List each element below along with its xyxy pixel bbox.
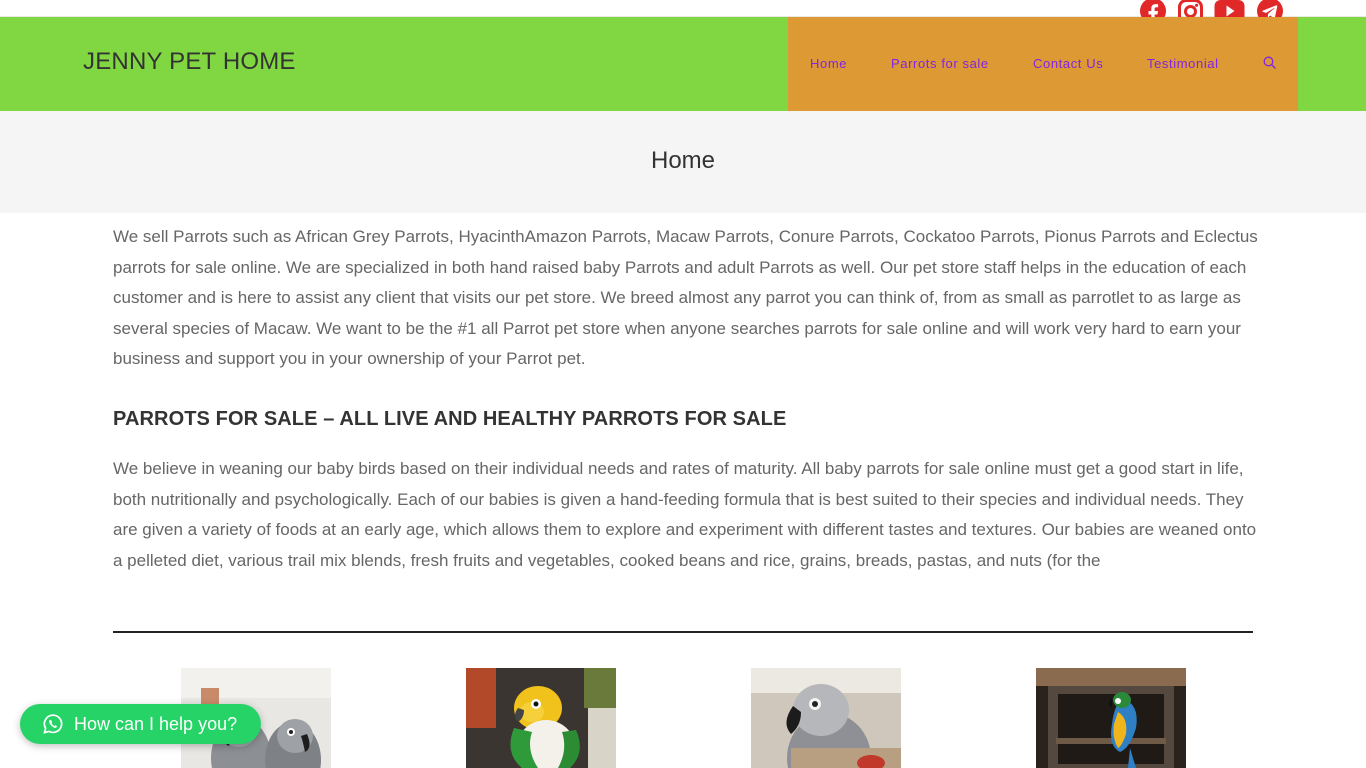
product-image-blue-gold-macaw[interactable] <box>1036 668 1186 768</box>
nav-item-parrots-for-sale[interactable]: Parrots for sale <box>891 56 989 71</box>
site-title[interactable]: JENNY PET HOME <box>83 48 296 76</box>
whatsapp-button-label: How can I help you? <box>74 714 238 734</box>
page-header: Home <box>0 111 1366 213</box>
nav-item-testimonial[interactable]: Testimonial <box>1147 56 1219 71</box>
main-nav: Home Parrots for sale Contact Us Testimo… <box>788 17 1298 111</box>
product-image-african-grey[interactable] <box>751 668 901 768</box>
top-social-bar <box>0 0 1366 24</box>
whatsapp-icon <box>43 714 63 734</box>
search-icon[interactable] <box>1263 56 1277 70</box>
intro-paragraph: We sell Parrots such as African Grey Par… <box>113 227 1258 369</box>
body-paragraph: We believe in weaning our baby birds bas… <box>113 459 1257 570</box>
section-heading: PARROTS FOR SALE – ALL LIVE AND HEALTHY … <box>113 408 787 430</box>
site-header: JENNY PET HOME Home Parrots for sale Con… <box>0 17 1366 111</box>
nav-item-contact-us[interactable]: Contact Us <box>1033 56 1103 71</box>
page-title: Home <box>650 147 716 174</box>
product-image-caique[interactable] <box>466 668 616 768</box>
content-divider <box>113 631 1253 633</box>
nav-item-home[interactable]: Home <box>810 56 847 71</box>
whatsapp-chat-button[interactable]: How can I help you? <box>20 704 261 744</box>
